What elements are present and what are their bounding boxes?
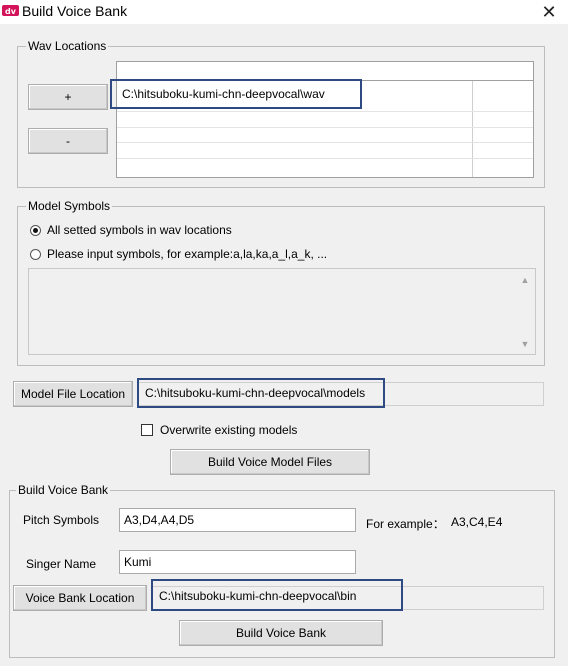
close-icon[interactable]: ✕	[538, 1, 560, 23]
pitch-symbols-input[interactable]: A3,D4,A4,D5	[119, 508, 356, 532]
radio-input-symbols[interactable]	[30, 249, 41, 260]
grid-row-line	[117, 158, 533, 159]
radio-all-symbols[interactable]	[30, 225, 41, 236]
window-title: Build Voice Bank	[22, 3, 128, 19]
radio-all-symbols-label: All setted symbols in wav locations	[47, 223, 232, 237]
model-file-location-button[interactable]: Model File Location	[13, 381, 133, 407]
model-symbols-label: Model Symbols	[26, 199, 113, 213]
singer-name-label: Singer Name	[26, 557, 97, 571]
radio-input-symbols-label: Please input symbols, for example:a,la,k…	[47, 247, 328, 261]
symbols-scrollbar[interactable]: ▲ ▼	[516, 269, 535, 354]
overwrite-label: Overwrite existing models	[160, 423, 298, 437]
singer-name-input[interactable]: Kumi	[119, 550, 356, 574]
model-file-path-highlight: C:\hitsuboku-kumi-chn-deepvocal\models	[137, 378, 385, 408]
pitch-example-label: For example：	[366, 517, 445, 531]
overwrite-checkbox[interactable]	[141, 424, 153, 436]
model-file-path-text: C:\hitsuboku-kumi-chn-deepvocal\models	[145, 386, 366, 400]
add-wav-button[interactable]: +	[28, 84, 108, 110]
wav-locations-label: Wav Locations	[26, 39, 109, 53]
dv-logo-icon: dv	[2, 5, 19, 16]
voice-bank-path-highlight: C:\hitsuboku-kumi-chn-deepvocal\bin	[151, 579, 403, 611]
build-voice-model-button[interactable]: Build Voice Model Files	[170, 449, 370, 475]
grid-row-line	[117, 111, 533, 112]
build-voice-bank-label: Build Voice Bank	[16, 483, 111, 497]
grid-row-line	[117, 142, 533, 143]
voice-bank-path-text: C:\hitsuboku-kumi-chn-deepvocal\bin	[159, 589, 357, 603]
pitch-example-value: A3,C4,E4	[451, 515, 503, 529]
scroll-down-icon[interactable]: ▼	[518, 339, 532, 349]
symbols-textarea[interactable]	[28, 268, 536, 355]
voice-bank-location-button[interactable]: Voice Bank Location	[13, 585, 147, 611]
pitch-symbols-label: Pitch Symbols	[23, 513, 100, 527]
remove-wav-button[interactable]: -	[28, 128, 108, 154]
grid-row-line	[117, 127, 533, 128]
wav-path-text: C:\hitsuboku-kumi-chn-deepvocal\wav	[122, 87, 325, 101]
wav-path-row[interactable]: C:\hitsuboku-kumi-chn-deepvocal\wav	[110, 79, 362, 109]
build-voice-bank-button[interactable]: Build Voice Bank	[179, 620, 383, 646]
svg-text:dv: dv	[5, 7, 17, 16]
scroll-up-icon[interactable]: ▲	[518, 275, 532, 285]
